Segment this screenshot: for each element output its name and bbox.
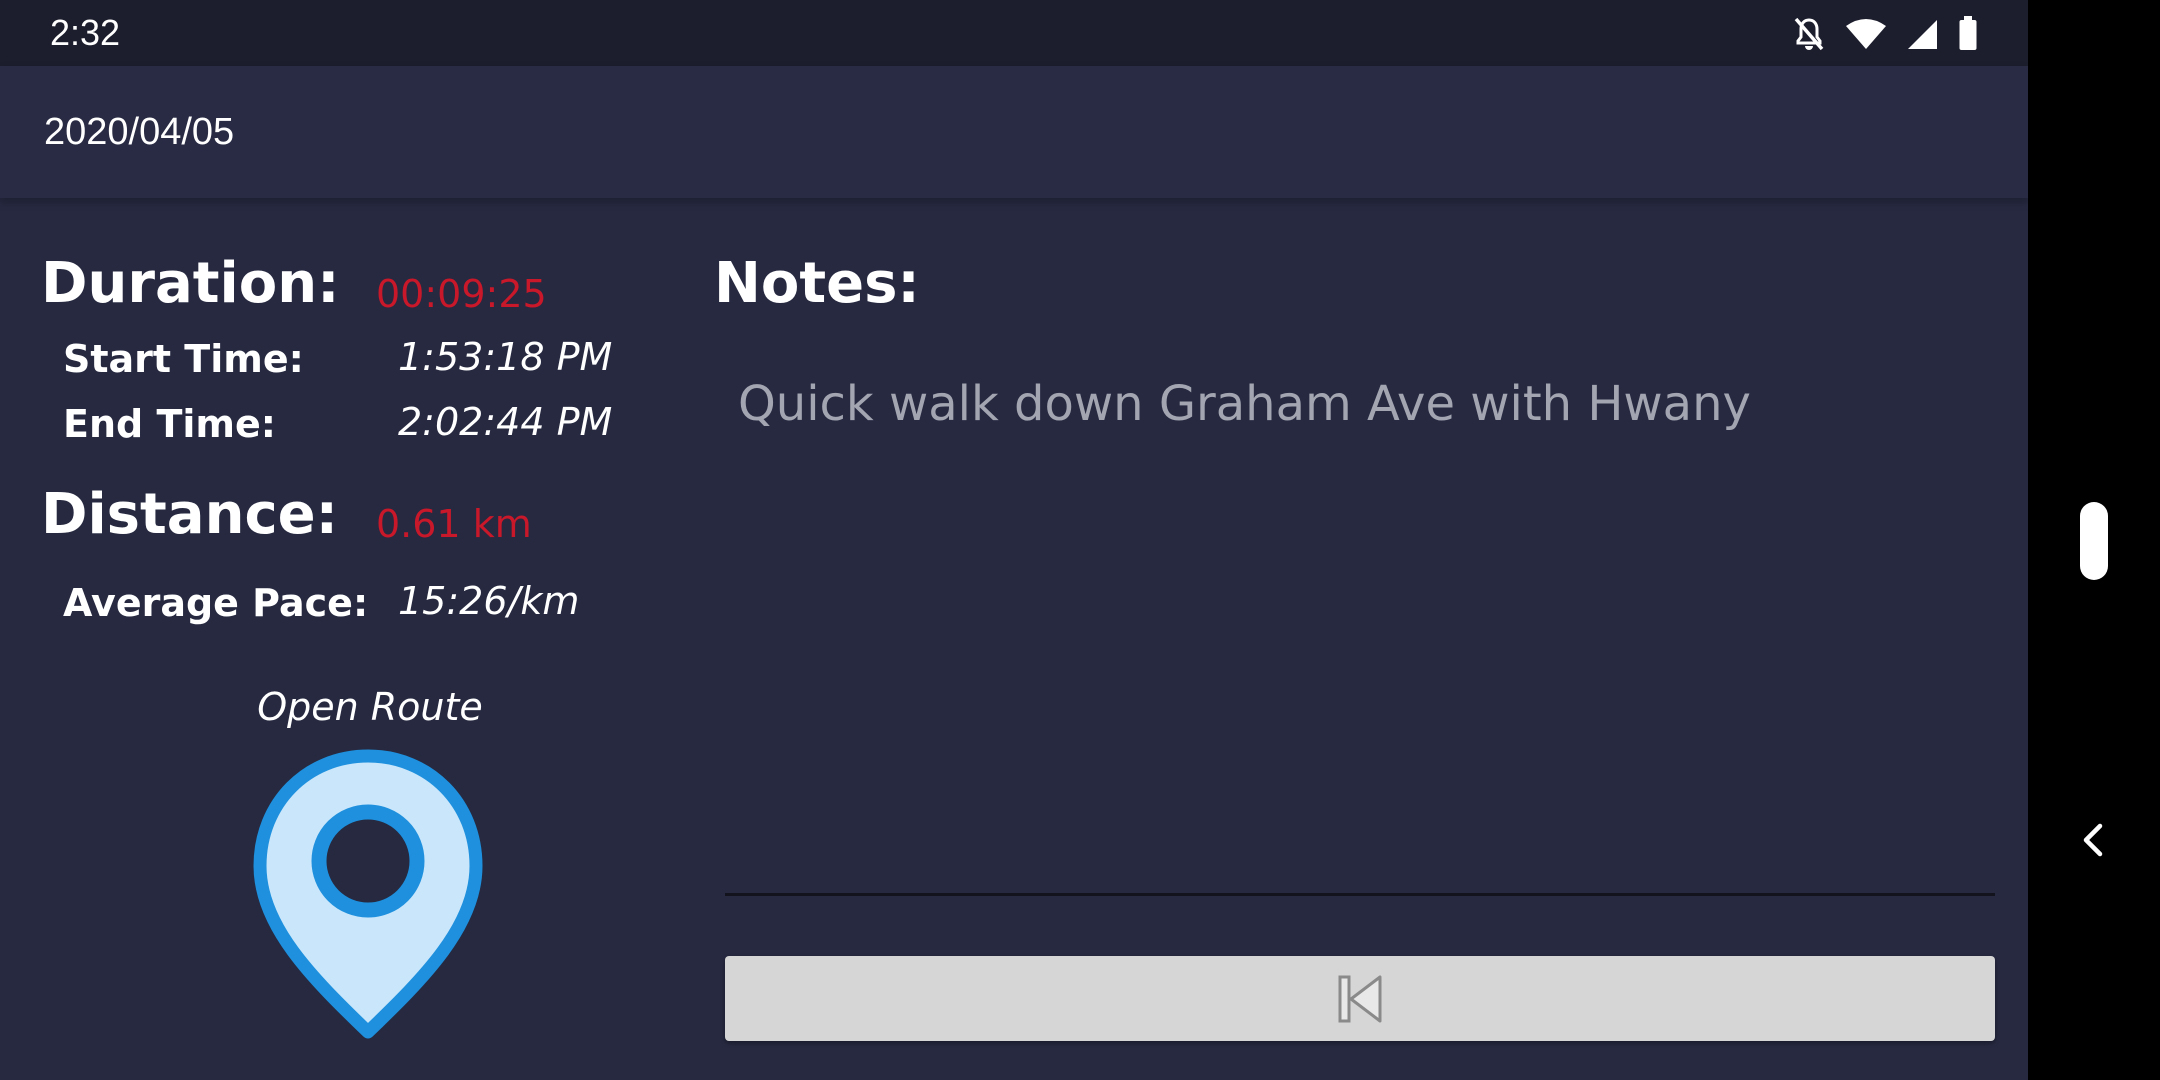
end-time-value: 2:02:44 PM <box>398 400 613 444</box>
duration-value: 00:09:25 <box>376 272 547 316</box>
start-time-value: 1:53:18 PM <box>398 335 613 379</box>
skip-previous-icon <box>1338 975 1382 1022</box>
distance-label: Distance: <box>41 482 339 547</box>
notes-label: Notes: <box>714 251 920 316</box>
start-time-label: Start Time: <box>63 337 304 381</box>
average-pace-value: 15:26/km <box>398 579 580 623</box>
nav-back-icon[interactable] <box>2078 822 2110 858</box>
battery-icon <box>1959 16 1977 50</box>
status-icons <box>1792 14 1978 54</box>
app-bar: 2020/04/05 <box>0 66 2028 198</box>
average-pace-label: Average Pace: <box>63 581 369 625</box>
page-title: 2020/04/05 <box>44 111 235 153</box>
notes-underline <box>725 893 1995 896</box>
cell-signal-icon <box>1908 20 1937 49</box>
status-bar: 2:32 <box>0 0 2028 66</box>
duration-label: Duration: <box>41 251 340 316</box>
home-pill[interactable] <box>2080 502 2108 580</box>
notes-field[interactable]: Quick walk down Graham Ave with Hwany <box>738 372 1988 882</box>
end-time-label: End Time: <box>63 402 276 446</box>
map-pin-icon[interactable] <box>252 748 484 1040</box>
notifications-off-icon <box>1794 17 1824 51</box>
open-route-label: Open Route <box>257 685 483 729</box>
back-button[interactable] <box>725 956 1995 1041</box>
distance-value: 0.61 km <box>376 502 532 546</box>
status-time: 2:32 <box>50 12 121 53</box>
wifi-icon <box>1846 19 1886 49</box>
